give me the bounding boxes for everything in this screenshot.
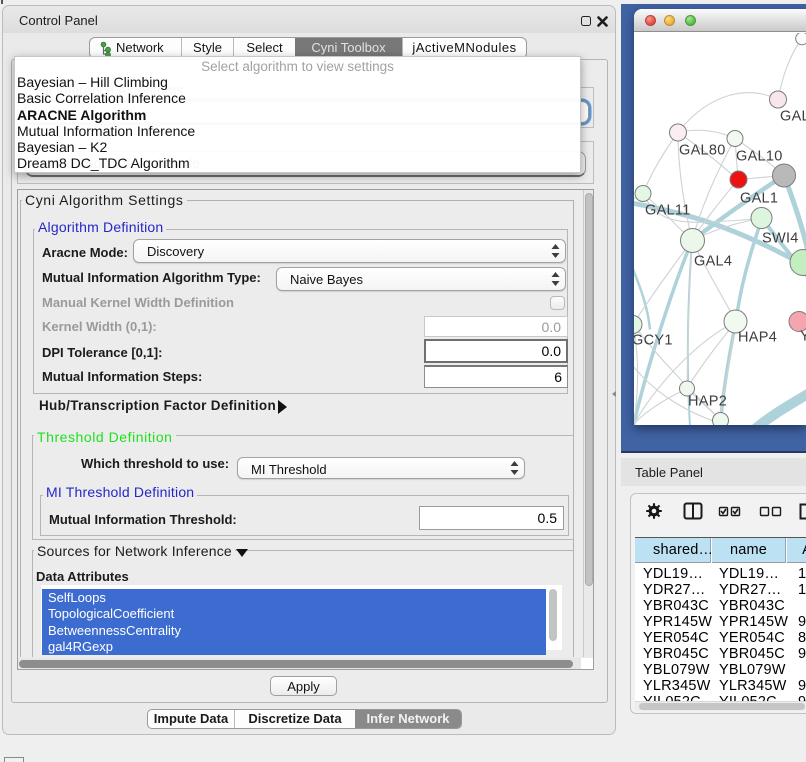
svg-text:SWI4: SWI4	[762, 231, 799, 247]
svg-text:GAL7: GAL7	[780, 109, 806, 125]
svg-text:GAL80: GAL80	[679, 143, 726, 159]
svg-text:Y: Y	[800, 329, 806, 345]
svg-text:GAL4: GAL4	[694, 254, 732, 270]
svg-text:GAL1: GAL1	[740, 191, 778, 207]
svg-text:GAL10: GAL10	[736, 149, 783, 165]
svg-text:GAL11: GAL11	[645, 203, 691, 219]
svg-text:HAP4: HAP4	[738, 330, 777, 346]
svg-text:GCY1: GCY1	[634, 333, 673, 349]
svg-text:HAP2: HAP2	[688, 394, 727, 410]
